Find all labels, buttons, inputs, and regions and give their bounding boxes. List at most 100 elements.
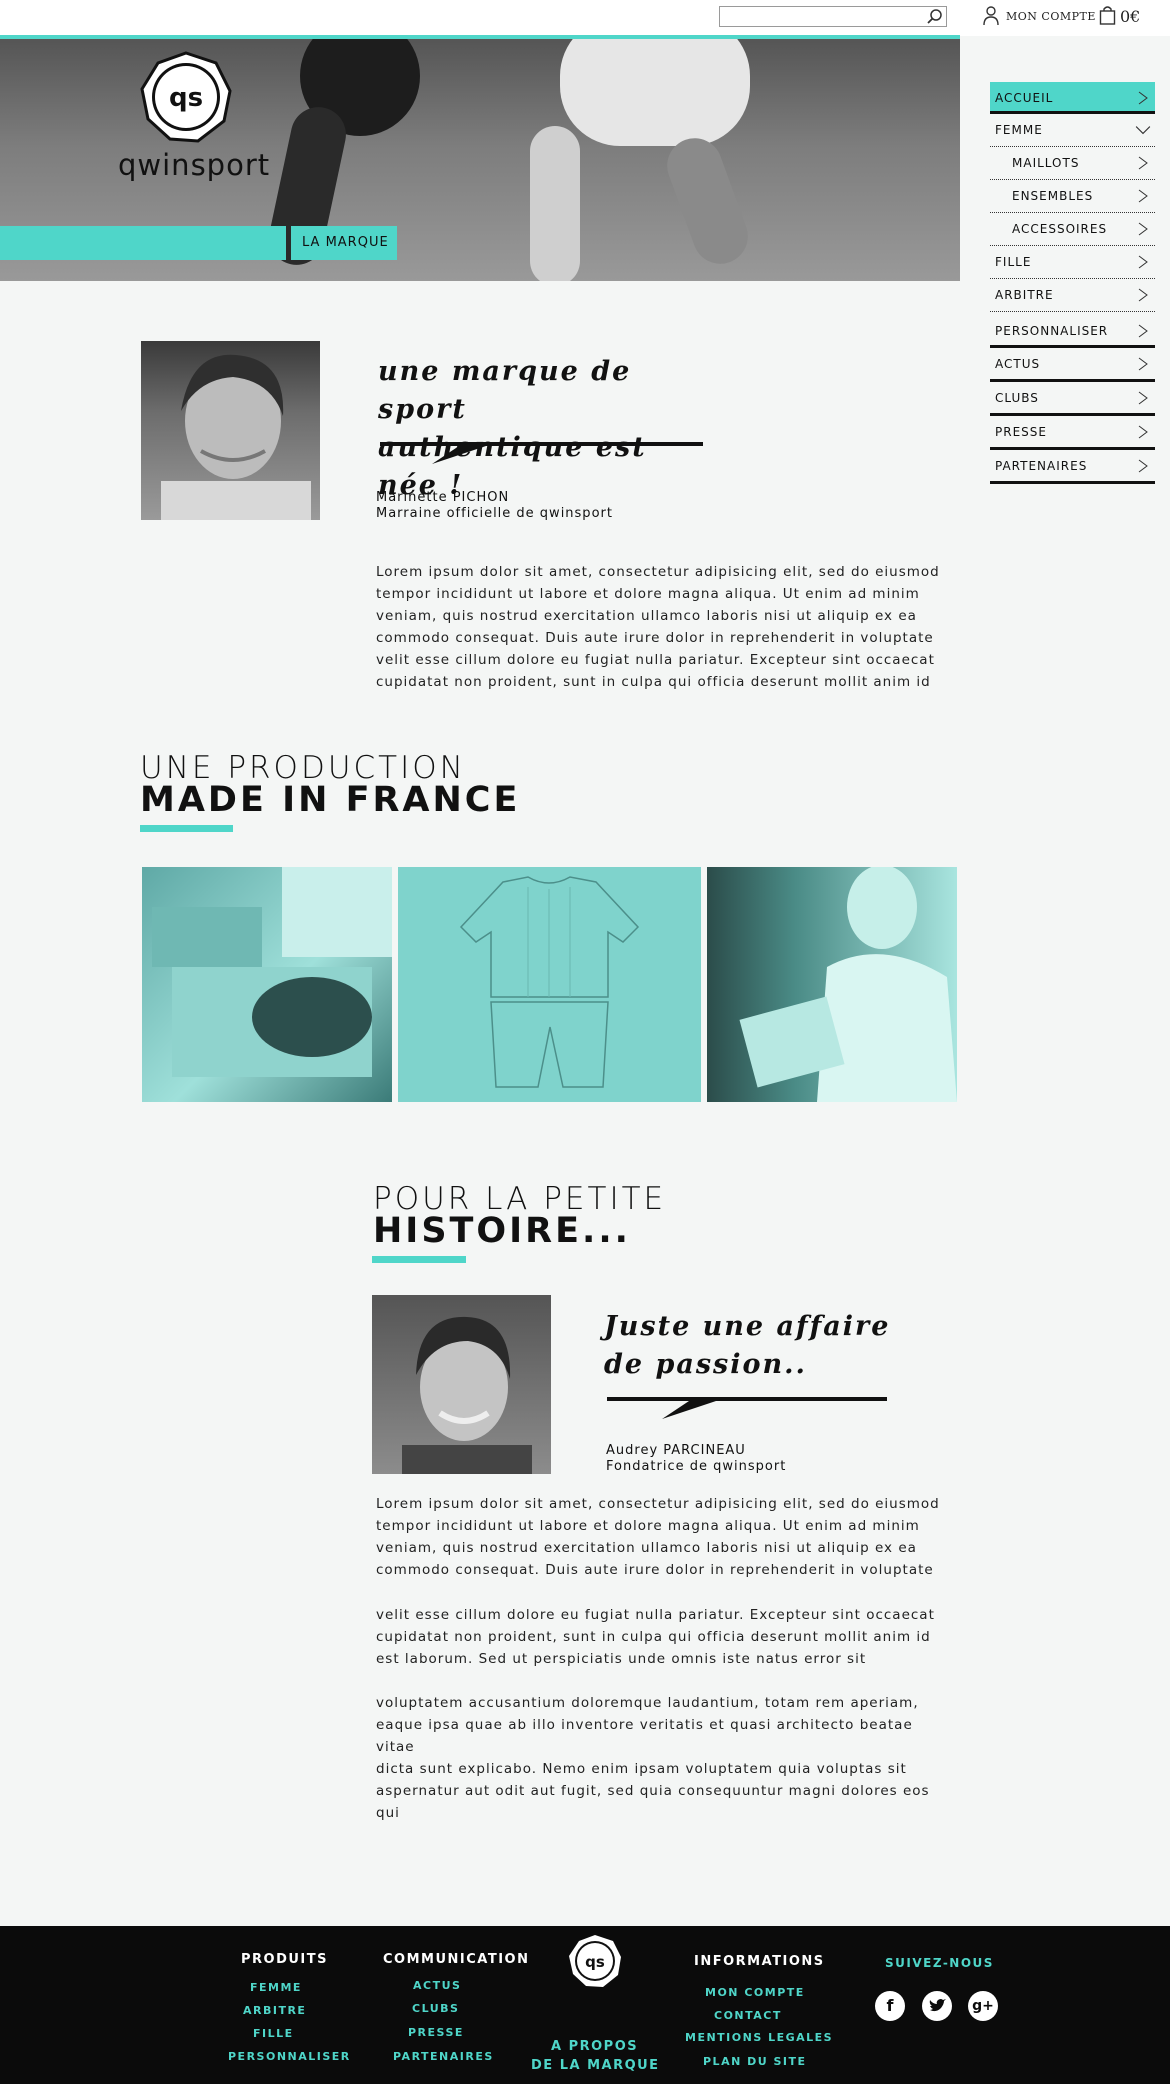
logo-text: qs bbox=[169, 83, 203, 113]
chevron-right-icon bbox=[1138, 91, 1148, 105]
search-input[interactable] bbox=[719, 6, 947, 27]
sidebar-item-maillots[interactable]: MAILLOTS bbox=[990, 147, 1155, 180]
search-icon[interactable] bbox=[926, 8, 944, 26]
portrait-drawing bbox=[161, 354, 311, 520]
footer-link-mentions-legales[interactable]: MENTIONS LEGALES bbox=[685, 2031, 833, 2044]
sidebar-nav: ACCUEIL FEMME MAILLOTS ENSEMBLES ACCESSO… bbox=[990, 82, 1155, 484]
sidebar-item-label: PARTENAIRES bbox=[995, 459, 1088, 473]
sidebar-item-accessoires[interactable]: ACCESSOIRES bbox=[990, 213, 1155, 246]
photo-sewing-workshop bbox=[142, 867, 392, 1102]
body-text-1: Lorem ipsum dolor sit amet, consectetur … bbox=[376, 564, 940, 690]
sidebar-item-label: FILLE bbox=[995, 255, 1032, 269]
quote-title-1: une marque de sport authentique est née … bbox=[378, 353, 718, 505]
brand-logo-icon[interactable]: qs bbox=[140, 51, 232, 143]
google-plus-icon[interactable]: g+ bbox=[968, 1991, 998, 2021]
footer-link-contact[interactable]: CONTACT bbox=[714, 2009, 782, 2022]
photo-fitting bbox=[707, 867, 957, 1102]
chevron-right-icon bbox=[1138, 189, 1148, 203]
footer-link-actus[interactable]: ACTUS bbox=[413, 1979, 461, 1992]
hero-tab-bar bbox=[0, 226, 286, 260]
sidebar-item-label: ACCUEIL bbox=[995, 91, 1054, 105]
section-heading-bold: HISTOIRE... bbox=[373, 1211, 631, 1251]
sidebar-item-label: ARBITRE bbox=[995, 288, 1054, 302]
footer-about-line1[interactable]: A PROPOS bbox=[551, 2039, 638, 2054]
body-text-4: voluptatem accusantium doloremque laudan… bbox=[376, 1695, 930, 1821]
brand-name: qwinsport bbox=[118, 148, 271, 182]
photo-jersey-design bbox=[398, 867, 701, 1102]
quote-underline-2 bbox=[607, 1397, 887, 1401]
body-text-3: velit esse cillum dolore eu fugiat nulla… bbox=[376, 1607, 935, 1667]
footer-link-femme[interactable]: FEMME bbox=[250, 1981, 302, 1994]
person-role: Fondatrice de qwinsport bbox=[606, 1459, 787, 1474]
hero-top-accent bbox=[0, 35, 960, 39]
sidebar-item-clubs[interactable]: CLUBS bbox=[990, 382, 1155, 416]
footer-heading-suivez-nous: SUIVEZ-NOUS bbox=[885, 1956, 994, 1970]
hero-player-light bbox=[560, 36, 750, 146]
sidebar-item-label: MAILLOTS bbox=[1012, 156, 1080, 170]
footer-heading-informations: INFORMATIONS bbox=[694, 1954, 825, 1969]
sidebar-item-arbitre[interactable]: ARBITRE bbox=[990, 279, 1155, 312]
sidebar-item-label: PRESSE bbox=[995, 425, 1047, 439]
section-heading-bold: MADE IN FRANCE bbox=[140, 780, 521, 820]
shopping-bag-icon[interactable] bbox=[1099, 5, 1116, 25]
chevron-right-icon bbox=[1138, 459, 1148, 473]
heading-accent-bar bbox=[372, 1256, 466, 1263]
quote-underline-1 bbox=[380, 442, 703, 446]
sidebar-item-femme[interactable]: FEMME bbox=[990, 114, 1155, 147]
sidebar-item-actus[interactable]: ACTUS bbox=[990, 348, 1155, 382]
sidebar-item-ensembles[interactable]: ENSEMBLES bbox=[990, 180, 1155, 213]
jersey-drawing bbox=[459, 876, 640, 1088]
footer-link-personnaliser[interactable]: PERSONNALISER bbox=[228, 2050, 351, 2063]
portrait-drawing bbox=[402, 1316, 532, 1474]
sidebar-item-label: PERSONNALISER bbox=[995, 324, 1109, 338]
portrait-audrey bbox=[372, 1295, 551, 1474]
footer-logo-icon[interactable]: qs bbox=[568, 1934, 622, 1988]
hero-player-light-leg2 bbox=[659, 130, 756, 272]
body-text-2: Lorem ipsum dolor sit amet, consectetur … bbox=[376, 1496, 940, 1578]
account-link[interactable]: MON COMPTE bbox=[1006, 10, 1096, 23]
sidebar-item-personnaliser[interactable]: PERSONNALISER bbox=[990, 312, 1155, 348]
person-name: Audrey PARCINEAU bbox=[606, 1443, 746, 1458]
footer-link-fille[interactable]: FILLE bbox=[253, 2027, 294, 2040]
sidebar-item-label: ACCESSOIRES bbox=[1012, 222, 1108, 236]
quote-title-2: Juste une affaire de passion.. bbox=[604, 1308, 924, 1384]
sidebar-item-fille[interactable]: FILLE bbox=[990, 246, 1155, 279]
quote-line: Juste une affaire bbox=[604, 1311, 891, 1342]
footer: PRODUITS FEMME ARBITRE FILLE PERSONNALIS… bbox=[0, 1926, 1170, 2084]
sidebar-item-label: CLUBS bbox=[995, 391, 1039, 405]
person-name: Marinette PICHON bbox=[376, 490, 510, 505]
portrait-marinette bbox=[141, 341, 320, 520]
person-role: Marraine officielle de qwinsport bbox=[376, 506, 613, 521]
heading-accent-bar bbox=[140, 825, 233, 832]
sidebar-item-presse[interactable]: PRESSE bbox=[990, 416, 1155, 450]
sidebar-item-partenaires[interactable]: PARTENAIRES bbox=[990, 450, 1155, 484]
photo-drawing bbox=[152, 867, 392, 1077]
footer-link-arbitre[interactable]: ARBITRE bbox=[243, 2004, 306, 2017]
twitter-bird bbox=[929, 1999, 946, 2012]
twitter-icon[interactable] bbox=[922, 1991, 952, 2021]
photo-drawing bbox=[739, 867, 957, 1102]
chevron-right-icon bbox=[1138, 156, 1148, 170]
person-info-1: Marinette PICHON Marraine officielle de … bbox=[376, 490, 613, 522]
sidebar-item-label: FEMME bbox=[995, 123, 1043, 137]
sidebar-item-label: ENSEMBLES bbox=[1012, 189, 1094, 203]
sidebar-item-accueil[interactable]: ACCUEIL bbox=[990, 82, 1155, 114]
cart-total[interactable]: 0€ bbox=[1120, 7, 1140, 26]
hero-player-light-leg bbox=[530, 126, 580, 281]
facebook-icon[interactable]: f bbox=[875, 1991, 905, 2021]
footer-link-partenaires[interactable]: PARTENAIRES bbox=[393, 2050, 494, 2063]
chevron-right-icon bbox=[1138, 222, 1148, 236]
chevron-right-icon bbox=[1138, 255, 1148, 269]
footer-link-clubs[interactable]: CLUBS bbox=[412, 2002, 459, 2015]
footer-about-line2[interactable]: DE LA MARQUE bbox=[531, 2058, 660, 2073]
footer-heading-produits: PRODUITS bbox=[241, 1952, 329, 1967]
speech-pointer-2 bbox=[662, 1399, 722, 1419]
footer-link-mon-compte[interactable]: MON COMPTE bbox=[705, 1986, 805, 1999]
tab-la-marque[interactable]: LA MARQUE bbox=[291, 226, 397, 260]
chevron-right-icon bbox=[1138, 357, 1148, 371]
footer-logo-text: qs bbox=[585, 1953, 605, 1971]
footer-link-presse[interactable]: PRESSE bbox=[408, 2026, 464, 2039]
user-icon[interactable] bbox=[983, 6, 999, 26]
chevron-right-icon bbox=[1138, 391, 1148, 405]
footer-link-plan-du-site[interactable]: PLAN DU SITE bbox=[703, 2055, 807, 2068]
